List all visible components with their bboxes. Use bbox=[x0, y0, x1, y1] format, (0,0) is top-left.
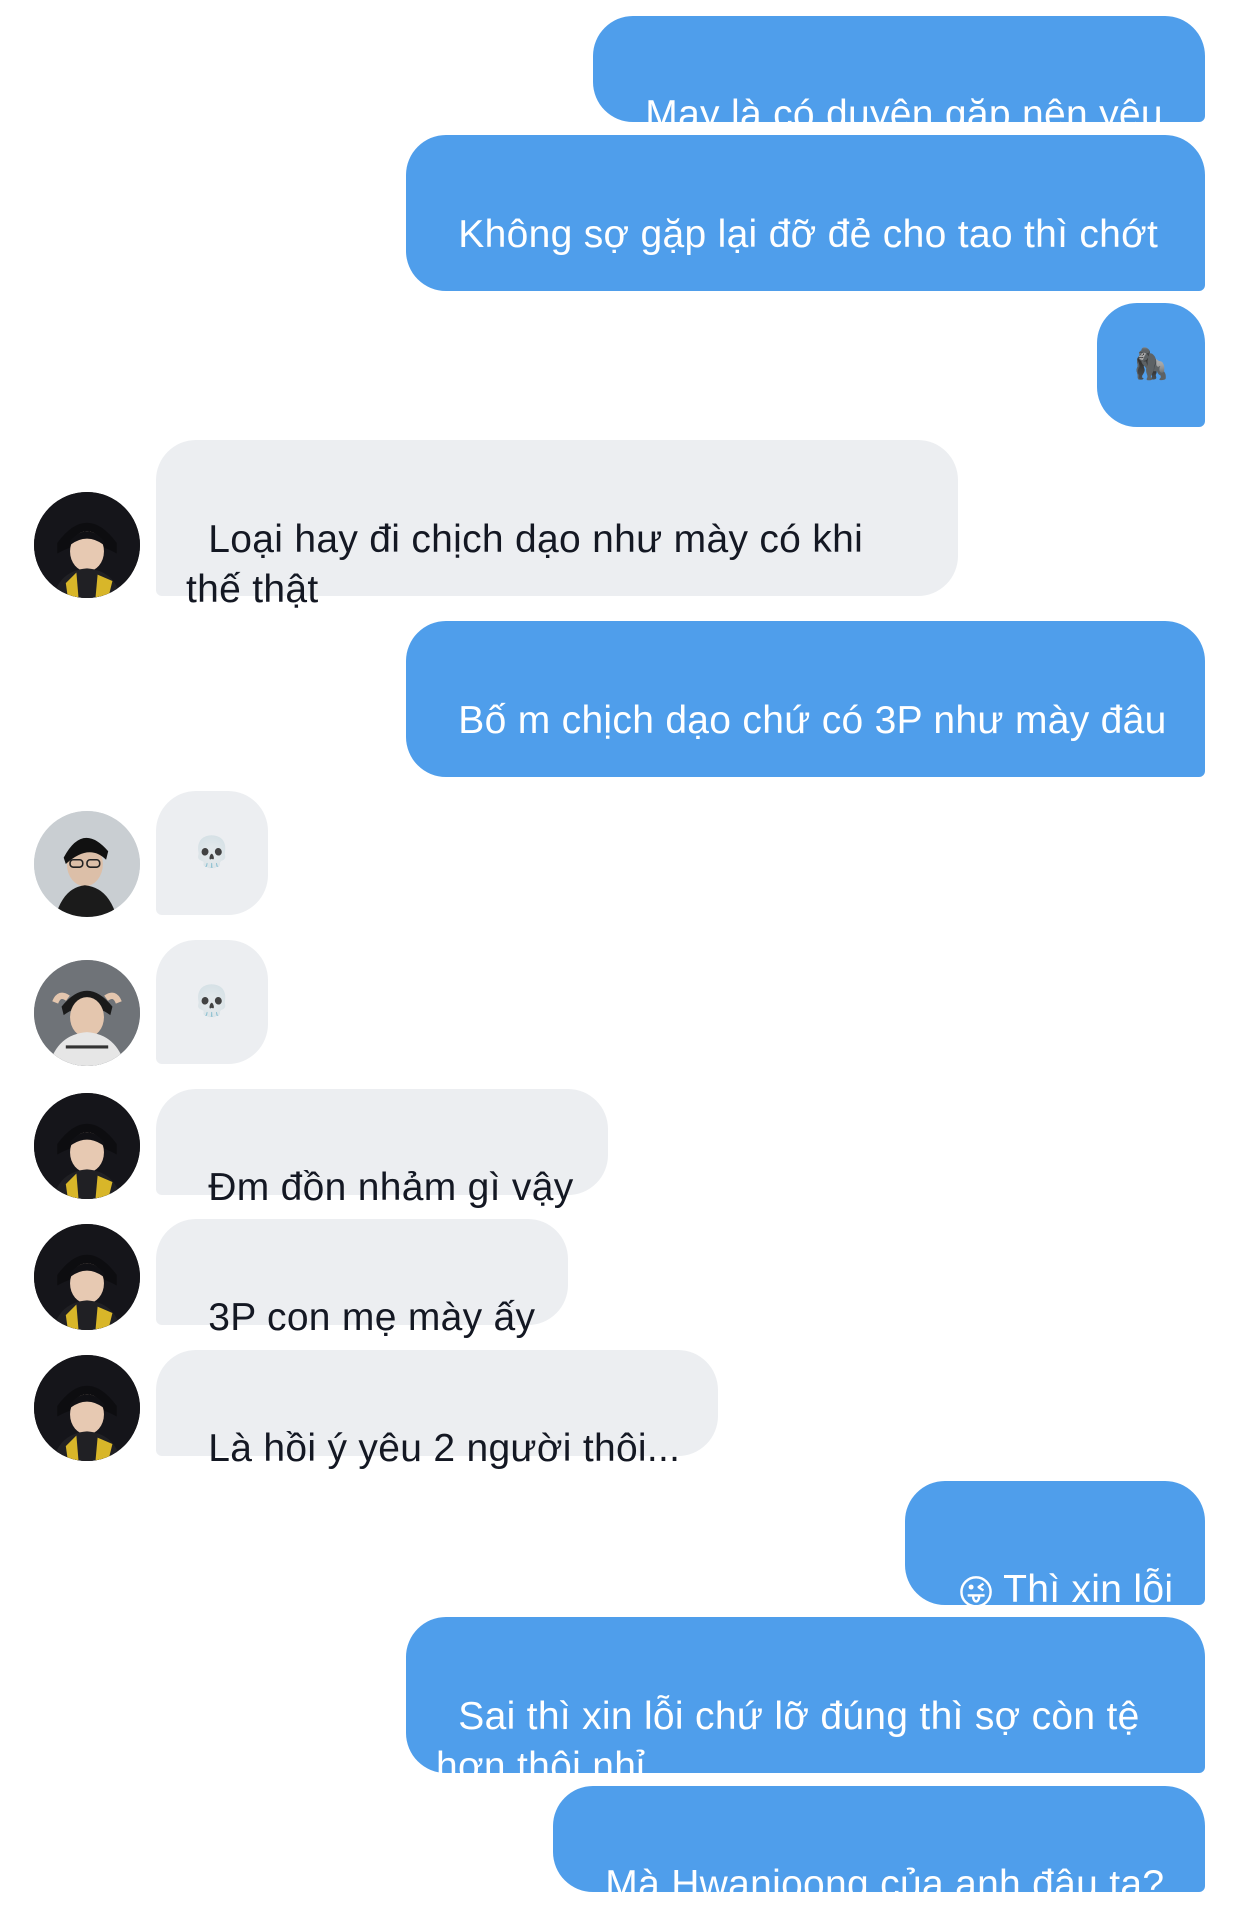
message-text: May là có duyên gặp nên yêu bbox=[645, 93, 1163, 136]
outgoing-message[interactable]: Không sợ gặp lại đỡ đẻ cho tao thì chớt bbox=[406, 135, 1205, 291]
contact-avatar[interactable] bbox=[34, 1093, 140, 1199]
contact-avatar[interactable] bbox=[34, 492, 140, 598]
message-text: Không sợ gặp lại đỡ đẻ cho tao thì chớt bbox=[458, 213, 1159, 256]
outgoing-message[interactable]: May là có duyên gặp nên yêu bbox=[593, 16, 1205, 136]
outgoing-message[interactable]: Sai thì xin lỗi chứ lỡ đúng thì sợ còn t… bbox=[406, 1617, 1205, 1788]
incoming-message[interactable]: 3P con mẹ mày ấy bbox=[156, 1219, 568, 1339]
incoming-message[interactable]: 💀 bbox=[156, 940, 268, 1064]
outgoing-message[interactable]: Mà Hwanjoong của anh đâu ta? bbox=[553, 1786, 1205, 1906]
outgoing-message[interactable]: 🦍 bbox=[1097, 303, 1205, 427]
incoming-message[interactable]: Đm đồn nhảm gì vậy bbox=[156, 1089, 608, 1209]
incoming-message[interactable]: Loại hay đi chịch dạo như mày có khi thế… bbox=[156, 440, 958, 611]
message-text: Thì xin lỗi bbox=[1003, 1568, 1174, 1611]
message-text: 3P con mẹ mày ấy bbox=[208, 1296, 536, 1339]
message-text: Bố m chịch dạo chứ có 3P như mày đâu bbox=[458, 699, 1167, 742]
message-text: Đm đồn nhảm gì vậy bbox=[208, 1166, 574, 1209]
winking-tongue-emoji-icon: 😜 bbox=[957, 1572, 996, 1613]
outgoing-message[interactable]: 😜 Thì xin lỗi bbox=[905, 1481, 1205, 1613]
contact-avatar[interactable] bbox=[34, 1224, 140, 1330]
message-text: Sai thì xin lỗi chứ lỡ đúng thì sợ còn t… bbox=[436, 1695, 1151, 1788]
message-text: Là hồi ý yêu 2 người thôi... bbox=[208, 1427, 681, 1470]
outgoing-message[interactable]: Bố m chịch dạo chứ có 3P như mày đâu bbox=[406, 621, 1205, 777]
skull-emoji-icon: 💀 bbox=[193, 985, 231, 1018]
incoming-message[interactable]: Là hồi ý yêu 2 người thôi... bbox=[156, 1350, 718, 1470]
gorilla-emoji-icon: 🦍 bbox=[1132, 348, 1170, 381]
message-text: Loại hay đi chịch dạo như mày có khi thế… bbox=[186, 518, 875, 611]
skull-emoji-icon: 💀 bbox=[193, 836, 231, 869]
message-text: Mà Hwanjoong của anh đâu ta? bbox=[605, 1863, 1165, 1906]
incoming-message[interactable]: 💀 bbox=[156, 791, 268, 915]
contact-avatar[interactable] bbox=[34, 1355, 140, 1461]
contact-avatar[interactable] bbox=[34, 811, 140, 917]
contact-avatar[interactable] bbox=[34, 960, 140, 1066]
